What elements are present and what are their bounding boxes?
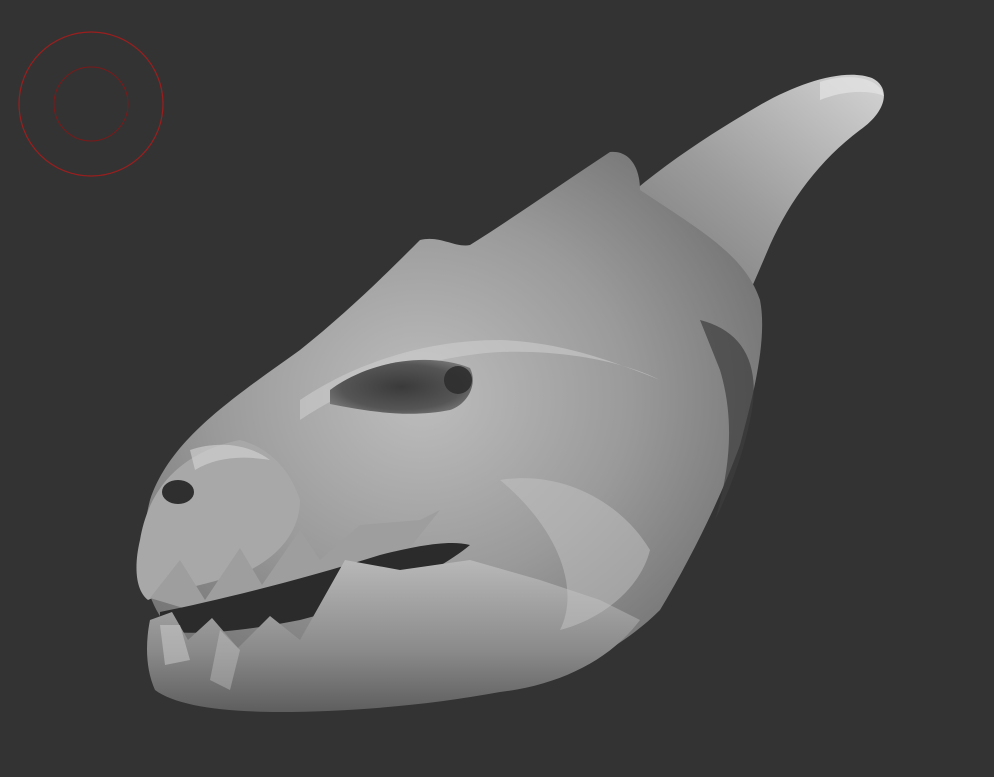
brush-outer-ring: [18, 31, 164, 177]
sculpt-viewport[interactable]: [0, 0, 994, 777]
nostril: [162, 480, 194, 504]
brush-inner-ring: [53, 66, 129, 142]
brush-radius-icon: [18, 31, 164, 177]
